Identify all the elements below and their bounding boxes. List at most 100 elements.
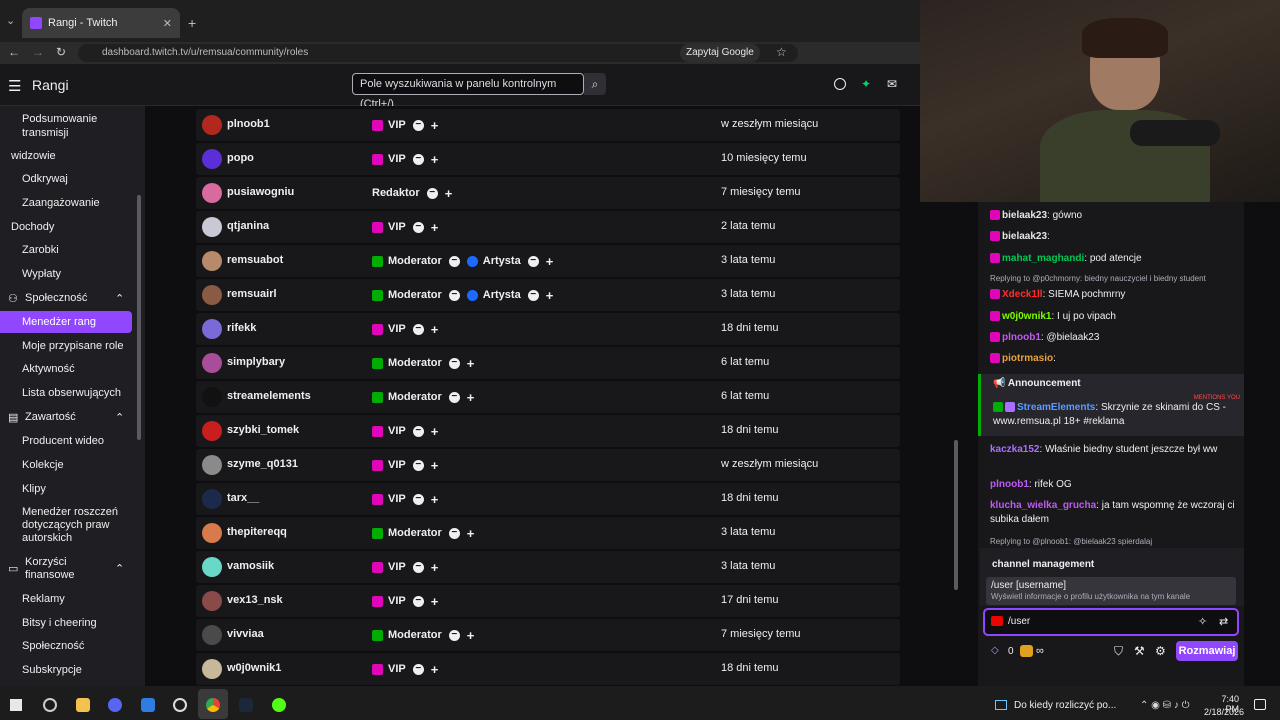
chat-username[interactable]: bielaak23 (1002, 231, 1047, 242)
add-role-icon[interactable]: + (445, 186, 453, 201)
emote-picker-icon[interactable]: ✧ (1198, 615, 1207, 628)
menu-hamburger-icon[interactable]: ☰ (8, 77, 21, 95)
sidebar-item-payouts[interactable]: Wypłaty (22, 268, 61, 280)
sidebar-item-engagement[interactable]: Zaangażowanie (22, 197, 100, 209)
sidebar-section-viewers[interactable]: widzowie (11, 150, 56, 162)
reload-icon[interactable]: ↻ (56, 45, 66, 59)
mod-tools-icon[interactable]: ⚒ (1134, 644, 1145, 658)
avatar[interactable] (202, 421, 222, 441)
sidebar-item-bits[interactable]: Bitsy i cheering (22, 617, 97, 629)
avatar[interactable] (202, 455, 222, 475)
sidebar-item-discover[interactable]: Odkrywaj (22, 173, 68, 185)
remove-role-icon[interactable]: − (448, 527, 460, 539)
sidebar-item-summary[interactable]: Podsumowanie transmisji (22, 112, 122, 140)
obs-icon[interactable] (173, 698, 187, 712)
sidebar-item-ads[interactable]: Reklamy (22, 593, 65, 605)
command-suggestion[interactable]: /user [username] Wyświetl informacje o p… (986, 577, 1236, 605)
chat-send-button[interactable]: Rozmawiaj (1176, 641, 1238, 661)
avatar[interactable] (202, 115, 222, 135)
chat-username[interactable]: kaczka152 (990, 444, 1040, 455)
shield-icon[interactable]: ⛉ (1114, 644, 1123, 659)
add-role-icon[interactable]: + (431, 662, 439, 677)
widgets-icon[interactable] (43, 698, 57, 712)
avatar[interactable] (202, 659, 222, 679)
avatar[interactable] (202, 489, 222, 509)
add-role-icon[interactable]: + (431, 220, 439, 235)
avatar[interactable] (202, 557, 222, 577)
username[interactable]: szyme_q0131 (227, 458, 298, 470)
remove-role-icon[interactable]: − (412, 323, 424, 335)
remove-role-icon[interactable]: − (412, 493, 424, 505)
add-role-icon[interactable]: + (431, 152, 439, 167)
chevron-up-icon[interactable]: ⌃ (115, 562, 124, 575)
add-role-icon[interactable]: + (431, 118, 439, 133)
username[interactable]: qtjanina (227, 220, 269, 232)
bookmark-star-icon[interactable]: ☆ (776, 45, 787, 59)
chat-username[interactable]: w0j0wnik1 (1002, 311, 1051, 322)
remove-role-icon[interactable]: − (448, 289, 460, 301)
start-icon[interactable] (10, 699, 22, 711)
remove-role-icon[interactable]: − (448, 357, 460, 369)
add-role-icon[interactable]: + (546, 254, 554, 269)
chat-username[interactable]: StreamElements (1017, 402, 1095, 413)
remove-role-icon[interactable]: − (412, 459, 424, 471)
add-role-icon[interactable]: + (431, 424, 439, 439)
add-role-icon[interactable]: + (546, 288, 554, 303)
channel-points-icon[interactable]: ◇ (991, 645, 999, 656)
calendar-icon[interactable] (141, 698, 155, 712)
inbox-icon[interactable]: ✉ (887, 77, 897, 91)
help-icon[interactable] (834, 78, 846, 90)
chat-username[interactable]: bielaak23 (1002, 210, 1047, 221)
remove-role-icon[interactable]: − (412, 221, 424, 233)
sidebar-scrollbar[interactable] (137, 195, 141, 440)
close-tab-icon[interactable]: ✕ (163, 17, 172, 30)
sidebar-item-collections[interactable]: Kolekcje (22, 459, 64, 471)
remove-role-icon[interactable]: − (448, 391, 460, 403)
translate-icon[interactable]: ⇄ (1219, 615, 1228, 628)
username[interactable]: vex13_nsk (227, 594, 283, 606)
username[interactable]: rifekk (227, 322, 256, 334)
remove-role-icon[interactable]: − (412, 119, 424, 131)
kick-icon[interactable] (272, 698, 286, 712)
search-icon[interactable]: ⌕ (584, 73, 606, 95)
remove-role-icon[interactable]: − (412, 595, 424, 607)
sidebar-item-video-producer[interactable]: Producent wideo (22, 435, 104, 447)
google-ask-button[interactable]: Zapytaj Google (680, 44, 760, 62)
username[interactable]: tarx__ (227, 492, 259, 504)
add-role-icon[interactable]: + (467, 356, 475, 371)
username[interactable]: plnoob1 (227, 118, 270, 130)
steam-icon[interactable] (239, 698, 253, 712)
remove-role-icon[interactable]: − (412, 425, 424, 437)
sidebar-section-community[interactable]: Społeczność (25, 292, 87, 304)
username[interactable]: remsuabot (227, 254, 283, 266)
username[interactable]: w0j0wnik1 (227, 662, 281, 674)
add-role-icon[interactable]: + (431, 322, 439, 337)
avatar[interactable] (202, 149, 222, 169)
username[interactable]: pusiawogniu (227, 186, 294, 198)
dashboard-search-input[interactable]: Pole wyszukiwania w panelu kontrolnym (C… (352, 73, 584, 110)
chat-username[interactable]: piotrmasio (1002, 353, 1053, 364)
add-role-icon[interactable]: + (431, 458, 439, 473)
avatar[interactable] (202, 251, 222, 271)
avatar[interactable] (202, 387, 222, 407)
chevron-up-icon[interactable]: ⌃ (115, 411, 124, 424)
avatar[interactable] (202, 285, 222, 305)
chat-username[interactable]: klucha_wielka_grucha (990, 500, 1096, 511)
main-scrollbar[interactable] (954, 440, 958, 590)
sidebar-item-earnings[interactable]: Zarobki (22, 244, 59, 256)
sidebar-section-financial[interactable]: Korzyści finansowe (25, 556, 95, 582)
username[interactable]: popo (227, 152, 254, 164)
clock-date[interactable]: 2/18/2026 (1202, 707, 1244, 717)
username[interactable]: vivviaa (227, 628, 264, 640)
sidebar-item-role-manager[interactable]: Menedżer rang (22, 316, 96, 328)
remove-role-icon[interactable]: − (412, 153, 424, 165)
add-role-icon[interactable]: + (467, 526, 475, 541)
avatar[interactable] (202, 591, 222, 611)
tray-icons[interactable]: ⌃ ◉ ⛁ ♪ ⏻ (1140, 700, 1190, 711)
avatar[interactable] (202, 319, 222, 339)
remove-role-icon[interactable]: − (412, 663, 424, 675)
remove-role-icon[interactable]: − (527, 255, 539, 267)
remove-role-icon[interactable]: − (448, 255, 460, 267)
sidebar-item-my-roles[interactable]: Moje przypisane role (22, 340, 124, 352)
chat-username[interactable]: plnoob1 (990, 479, 1029, 490)
